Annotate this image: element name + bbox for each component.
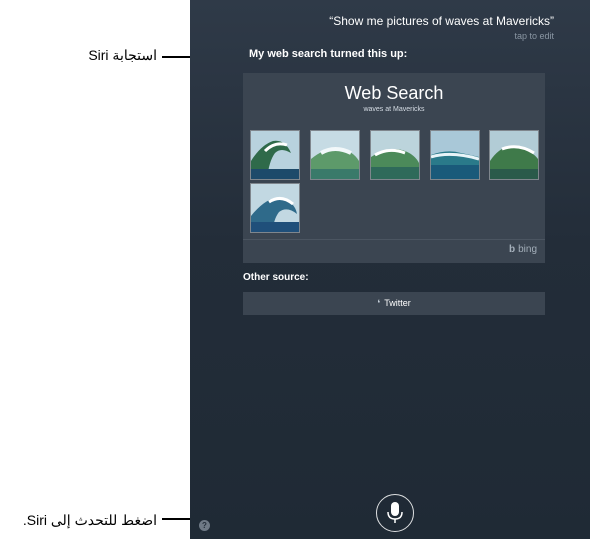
siri-response-text: My web search turned this up:: [249, 48, 408, 60]
wave-image-2[interactable]: [310, 130, 360, 180]
tap-to-edit-label[interactable]: tap to edit: [514, 31, 554, 41]
web-search-subtitle: waves at Mavericks: [363, 106, 425, 113]
bing-attribution[interactable]: b bing: [509, 244, 537, 255]
tap-to-speak-callout: اضغط للتحدث إلى Siri.: [22, 512, 157, 528]
wave-image-4[interactable]: [430, 130, 480, 180]
wave-image-1[interactable]: [250, 130, 300, 180]
wave-image-icon: [431, 131, 479, 179]
siri-screen: “Show me pictures of waves at Mavericks”…: [190, 0, 590, 539]
web-search-title: Web Search: [344, 83, 444, 103]
other-source-label: Other source:: [243, 272, 309, 283]
web-search-card[interactable]: Web Search waves at Mavericks b bing: [243, 73, 545, 263]
bing-label: bing: [518, 244, 537, 255]
microphone-button[interactable]: [376, 494, 414, 532]
wave-image-3[interactable]: [370, 130, 420, 180]
wave-image-icon: [251, 184, 299, 232]
microphone-icon: [387, 502, 403, 523]
wave-image-icon: [311, 131, 359, 179]
card-divider: [243, 239, 545, 240]
wave-image-5[interactable]: [489, 130, 539, 180]
siri-query-text[interactable]: “Show me pictures of waves at Mavericks”: [329, 14, 554, 28]
twitter-button[interactable]: ❛ Twitter: [243, 292, 545, 315]
wave-image-icon: [490, 131, 538, 179]
help-icon[interactable]: ?: [199, 520, 210, 531]
wave-image-icon: [371, 131, 419, 179]
bing-icon: b: [508, 244, 516, 255]
twitter-bird-icon: ❛: [377, 298, 381, 308]
siri-response-callout: استجابة Siri: [88, 47, 157, 63]
wave-image-icon: [251, 131, 299, 179]
wave-image-6[interactable]: [250, 183, 300, 233]
twitter-button-label: Twitter: [384, 298, 411, 308]
